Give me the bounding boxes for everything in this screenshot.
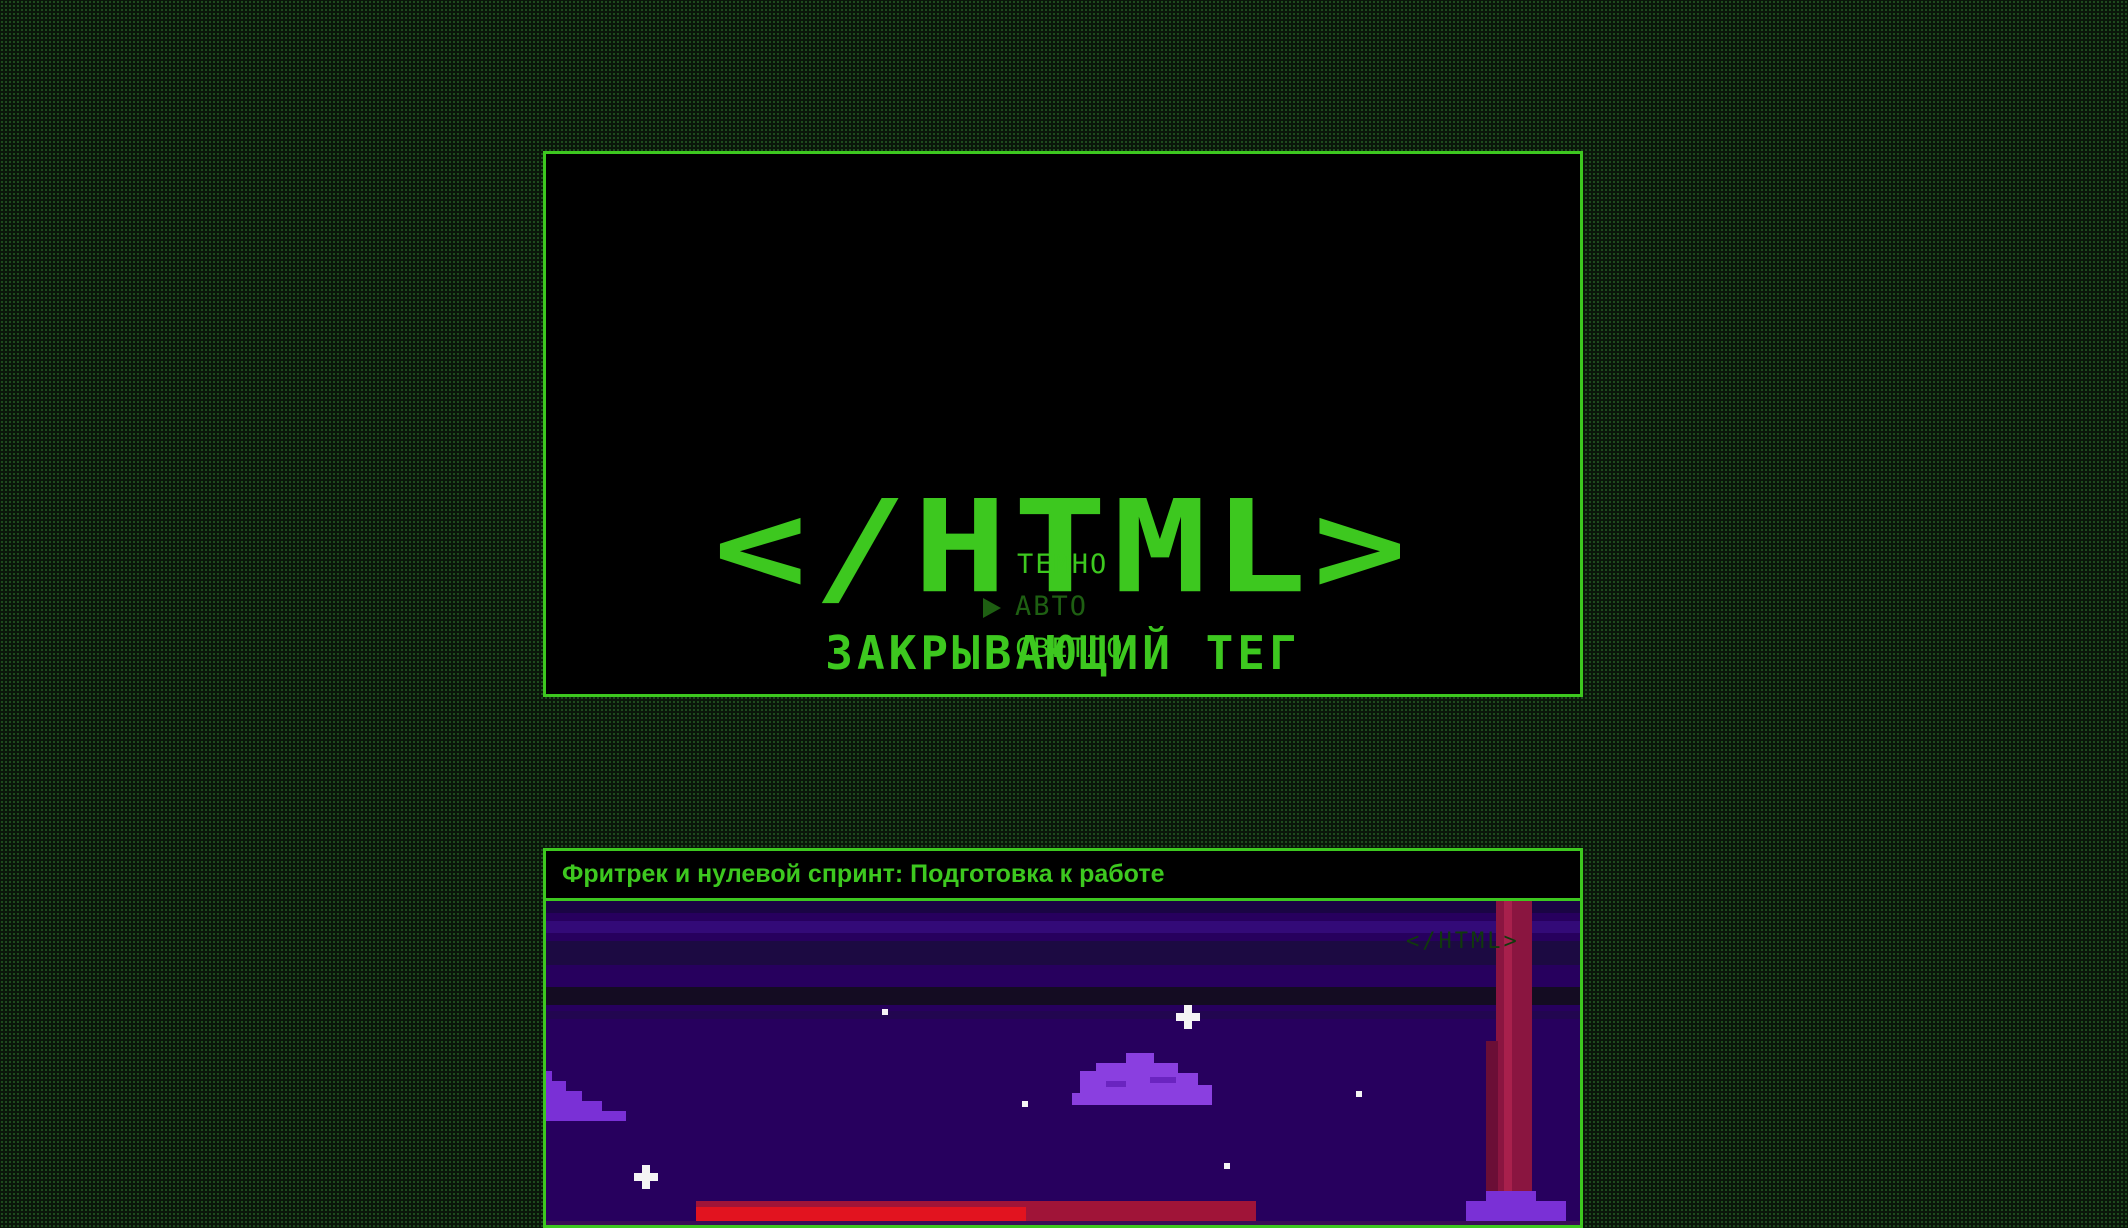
article-card[interactable]: Фритрек и нулевой спринт: Подготовка к р… <box>543 848 1583 1228</box>
theme-option-dark[interactable]: ТЕМНО <box>1017 548 1108 582</box>
cover-logo: </HTML> <box>1406 929 1520 954</box>
theme-option-light[interactable]: СВЕТЛО <box>1015 632 1125 666</box>
theme-option-auto[interactable]: АВТО <box>1015 590 1088 624</box>
article-cover-image[interactable]: </HTML> <box>546 901 1580 1225</box>
article-title[interactable]: Фритрек и нулевой спринт: Подготовка к р… <box>546 851 1580 901</box>
site-logo[interactable]: </HTML> <box>546 483 1580 611</box>
selected-arrow-icon <box>983 598 1001 618</box>
